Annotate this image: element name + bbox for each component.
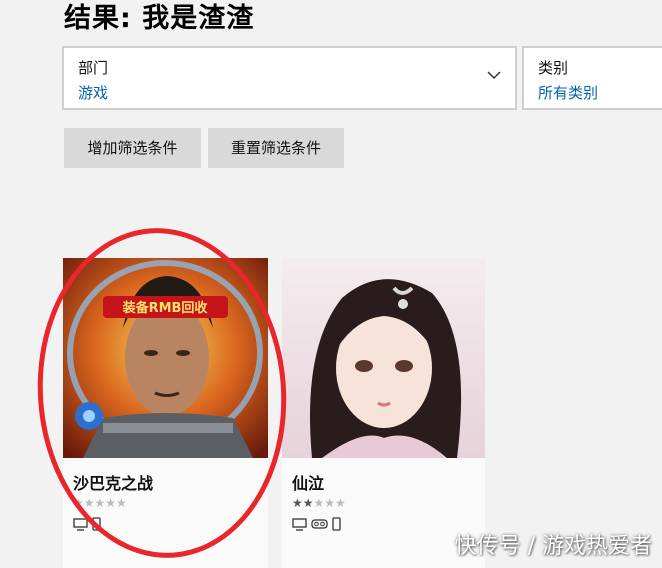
department-filter-value: 游戏 — [78, 84, 109, 102]
vr-headset-icon — [311, 519, 328, 529]
app-name: 沙巴克之战 — [73, 474, 154, 493]
reset-filter-button[interactable]: 重置筛选条件 — [208, 128, 344, 168]
mobile-icon — [332, 517, 341, 531]
cover-banner-text: 装备RMB回收 — [122, 300, 209, 316]
page-title: 结果: 我是渣渣 — [64, 3, 255, 34]
category-filter-value: 所有类别 — [538, 84, 599, 102]
category-filter-label: 类别 — [538, 59, 569, 77]
department-filter-label: 部门 — [78, 59, 109, 77]
app-tile-xianqi[interactable]: 仙泣 ★★★★★ — [282, 258, 485, 568]
rating-stars: ★★★★★ — [292, 496, 346, 510]
mobile-icon — [92, 517, 101, 531]
pc-icon — [73, 517, 88, 531]
department-filter-dropdown[interactable]: 部门 游戏 — [62, 46, 517, 110]
category-filter-dropdown[interactable]: 类别 所有类别 — [522, 46, 662, 110]
app-name: 仙泣 — [292, 474, 325, 493]
rating-stars: ★★★★★ — [73, 496, 127, 510]
add-filter-button[interactable]: 增加筛选条件 — [64, 128, 201, 168]
pc-icon — [292, 517, 307, 531]
chevron-down-icon — [487, 71, 501, 80]
app-tile-shabake[interactable]: 装备RMB回收 沙巴克之战 ★★★★★ — [63, 258, 268, 568]
game-cover-art — [282, 258, 485, 458]
watermark-text: 快传号 / 游戏热爱者 — [454, 534, 652, 559]
game-cover-art: 装备RMB回收 — [63, 258, 268, 458]
